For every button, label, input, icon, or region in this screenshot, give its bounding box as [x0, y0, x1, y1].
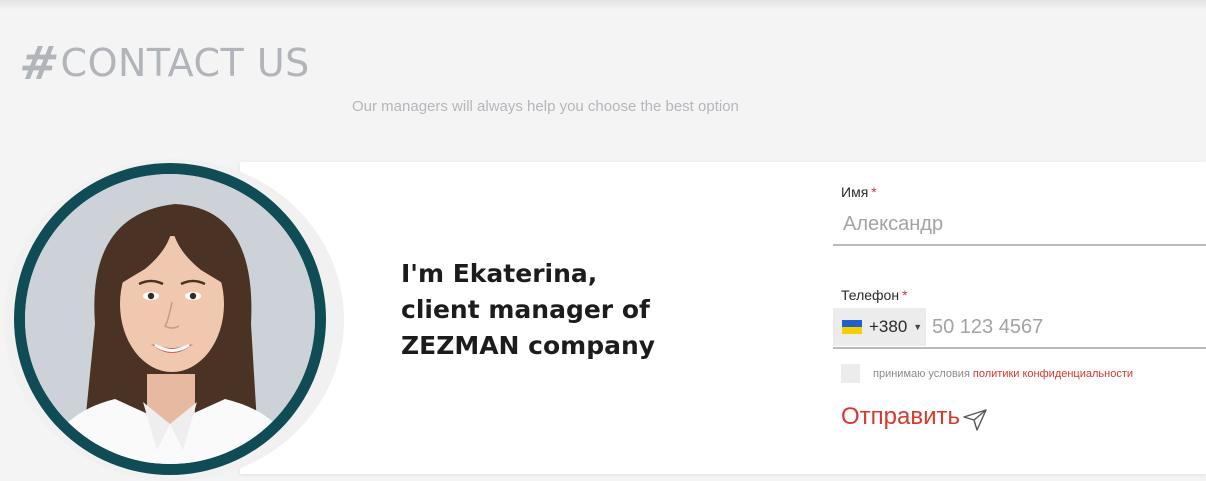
submit-button[interactable]: Отправить: [841, 402, 988, 432]
country-code-select[interactable]: +380 ▼: [833, 308, 926, 346]
phone-label-text: Телефон: [841, 287, 900, 303]
avatar-ring: [14, 163, 326, 475]
intro-line-2: client manager of: [401, 295, 650, 324]
consent-text: принимаю условия: [873, 367, 970, 380]
manager-intro: I'm Ekaterina, client manager of ZEZMAN …: [401, 256, 655, 364]
intro-line-3: ZEZMAN company: [401, 331, 656, 360]
intro-line-1: I'm Ekaterina,: [401, 259, 598, 288]
hash-symbol: #: [16, 36, 63, 90]
submit-label: Отправить: [841, 403, 961, 430]
page-subtitle: Our managers will always help you choose…: [352, 98, 739, 115]
paper-plane-icon: [963, 409, 987, 431]
page-title-text: CONTACT US: [60, 41, 310, 85]
name-input[interactable]: [833, 204, 1206, 246]
required-mark: *: [871, 184, 877, 200]
manager-avatar: [25, 174, 315, 464]
phone-label: Телефон *: [841, 287, 908, 303]
name-label: Имя *: [841, 184, 877, 200]
phone-field: +380 ▼: [833, 307, 1206, 349]
dial-code: +380: [869, 317, 908, 336]
consent-checkbox[interactable]: [841, 364, 860, 383]
required-mark: *: [902, 287, 908, 303]
top-shadow: [0, 0, 1206, 10]
ukraine-flag-icon: [842, 320, 862, 334]
caret-down-icon: ▼: [913, 322, 923, 332]
privacy-consent: принимаю условия политики конфиденциальн…: [841, 364, 1133, 383]
name-label-text: Имя: [841, 184, 869, 200]
page-title: # CONTACT US: [16, 36, 310, 90]
privacy-policy-link[interactable]: политики конфиденциальности: [973, 368, 1133, 380]
phone-input[interactable]: [926, 308, 1206, 346]
manager-portrait-image: [25, 174, 315, 464]
